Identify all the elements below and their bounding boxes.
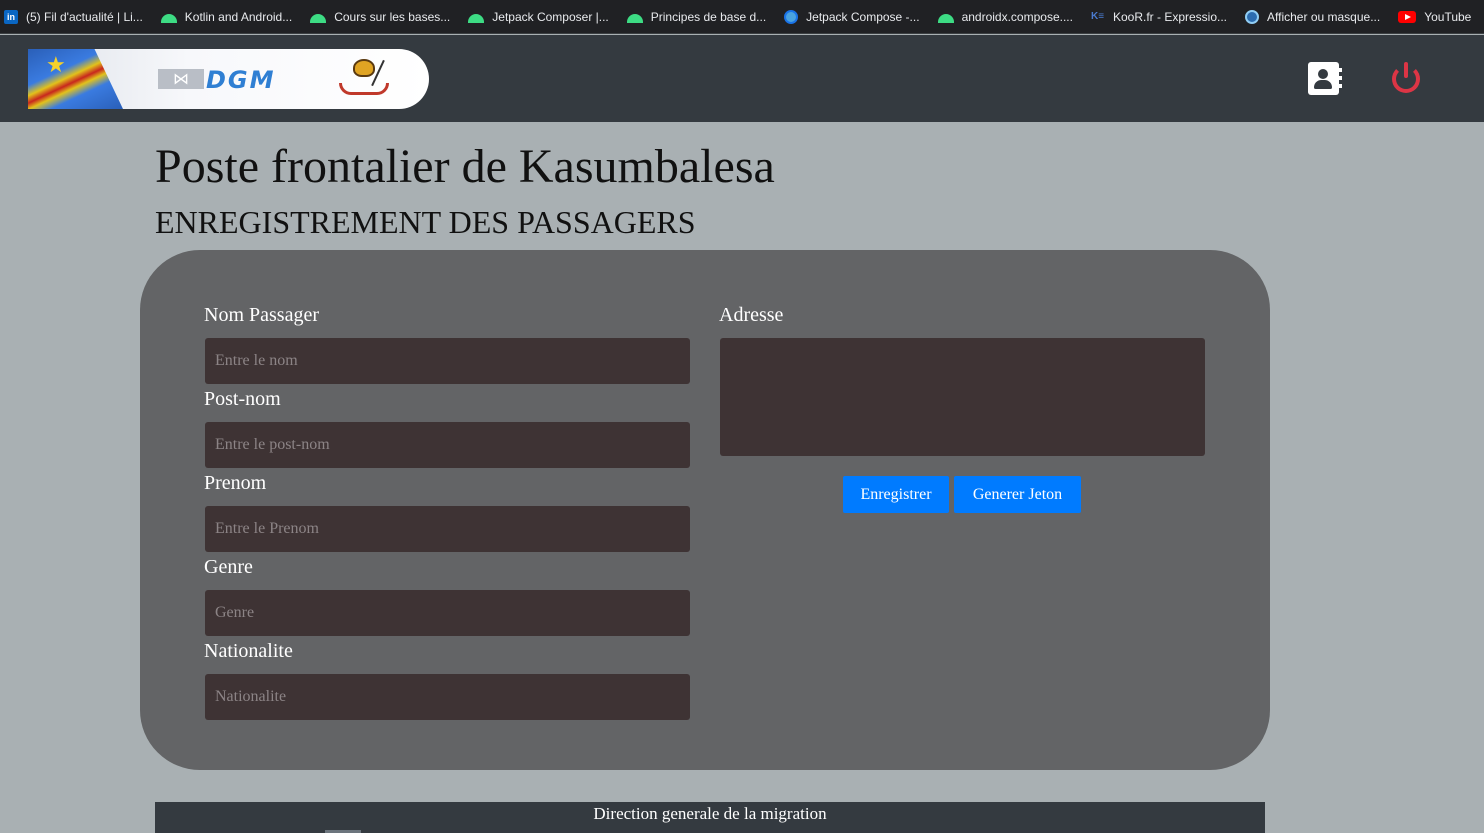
prenom-label: Prenom xyxy=(204,472,267,494)
page-subtitle: ENREGISTREMENT DES PASSAGERS xyxy=(155,204,696,240)
postnom-input[interactable] xyxy=(205,422,690,468)
nom-input[interactable] xyxy=(205,338,690,384)
adresse-textarea[interactable] xyxy=(720,338,1205,456)
genre-input[interactable] xyxy=(205,590,690,636)
koor-icon: K≡ xyxy=(1090,10,1105,22)
adresse-label: Adresse xyxy=(719,304,784,326)
drc-flag-icon xyxy=(28,49,123,109)
star-icon: ★ xyxy=(46,53,66,78)
bookmark-androidx-compose[interactable]: androidx.compose.... xyxy=(937,0,1081,33)
android-icon xyxy=(468,13,485,23)
genre-label: Genre xyxy=(204,556,253,578)
bookmark-kotlin-android[interactable]: Kotlin and Android... xyxy=(160,0,300,33)
bookmark-youtube[interactable]: YouTube xyxy=(1398,0,1479,33)
save-button[interactable]: Enregistrer xyxy=(843,476,949,513)
bookmark-principes-base[interactable]: Principes de base d... xyxy=(626,0,774,33)
android-icon xyxy=(626,13,643,23)
linkedin-icon: in xyxy=(4,9,18,24)
bookmark-label: Jetpack Compose -... xyxy=(806,9,920,24)
bookmark-cours-bases[interactable]: Cours sur les bases... xyxy=(310,0,458,33)
generate-token-button[interactable]: Generer Jeton xyxy=(954,476,1081,513)
footer-text: Direction generale de la migration xyxy=(593,804,827,823)
android-icon xyxy=(937,13,954,23)
android-icon xyxy=(160,13,177,23)
globe-icon xyxy=(784,9,799,24)
edge-icon xyxy=(1245,9,1260,24)
postnom-label: Post-nom xyxy=(204,388,281,410)
bookmark-linkedin[interactable]: in (5) Fil d'actualité | Li... xyxy=(4,0,151,33)
nationalite-label: Nationalite xyxy=(204,640,293,662)
dgm-mark-icon: ⋈ xyxy=(158,69,204,89)
nationalite-input[interactable] xyxy=(205,674,690,720)
bookmark-label: Jetpack Composer |... xyxy=(492,9,609,24)
coat-of-arms-icon xyxy=(333,57,395,101)
bookmark-jetpack-composer[interactable]: Jetpack Composer |... xyxy=(468,0,617,33)
power-icon[interactable] xyxy=(1390,61,1424,95)
bookmark-label: Kotlin and Android... xyxy=(184,9,293,24)
youtube-icon xyxy=(1398,10,1417,23)
bookmarks-bar: in (5) Fil d'actualité | Li... Kotlin an… xyxy=(0,0,1484,34)
bookmark-koor[interactable]: K≡ KooR.fr - Expressio... xyxy=(1090,0,1235,33)
prenom-input[interactable] xyxy=(205,506,690,552)
contact-book-icon[interactable] xyxy=(1308,62,1342,95)
passenger-form: Nom Passager Post-nom Prenom Genre Natio… xyxy=(140,250,1270,770)
bookmark-label: YouTube xyxy=(1424,9,1472,24)
navbar: ★ ⋈ DGM xyxy=(0,35,1484,122)
page-title: Poste frontalier de Kasumbalesa xyxy=(155,140,775,193)
bookmark-label: Principes de base d... xyxy=(650,9,767,24)
bookmark-label: androidx.compose.... xyxy=(961,9,1073,24)
android-icon xyxy=(310,13,327,23)
bookmark-label: (5) Fil d'actualité | Li... xyxy=(26,9,143,24)
bookmark-label: Afficher ou masque... xyxy=(1267,9,1381,24)
nom-label: Nom Passager xyxy=(204,304,319,326)
dgm-logo[interactable]: ★ ⋈ DGM xyxy=(28,49,429,109)
bookmark-label: Cours sur les bases... xyxy=(334,9,451,24)
bookmark-label: KooR.fr - Expressio... xyxy=(1112,9,1228,24)
dgm-logo-text: DGM xyxy=(206,66,276,94)
bookmark-afficher-masquer[interactable]: Afficher ou masque... xyxy=(1245,0,1388,33)
footer: Direction generale de la migration xyxy=(155,802,1265,833)
bookmark-jetpack-compose[interactable]: Jetpack Compose -... xyxy=(784,0,927,33)
